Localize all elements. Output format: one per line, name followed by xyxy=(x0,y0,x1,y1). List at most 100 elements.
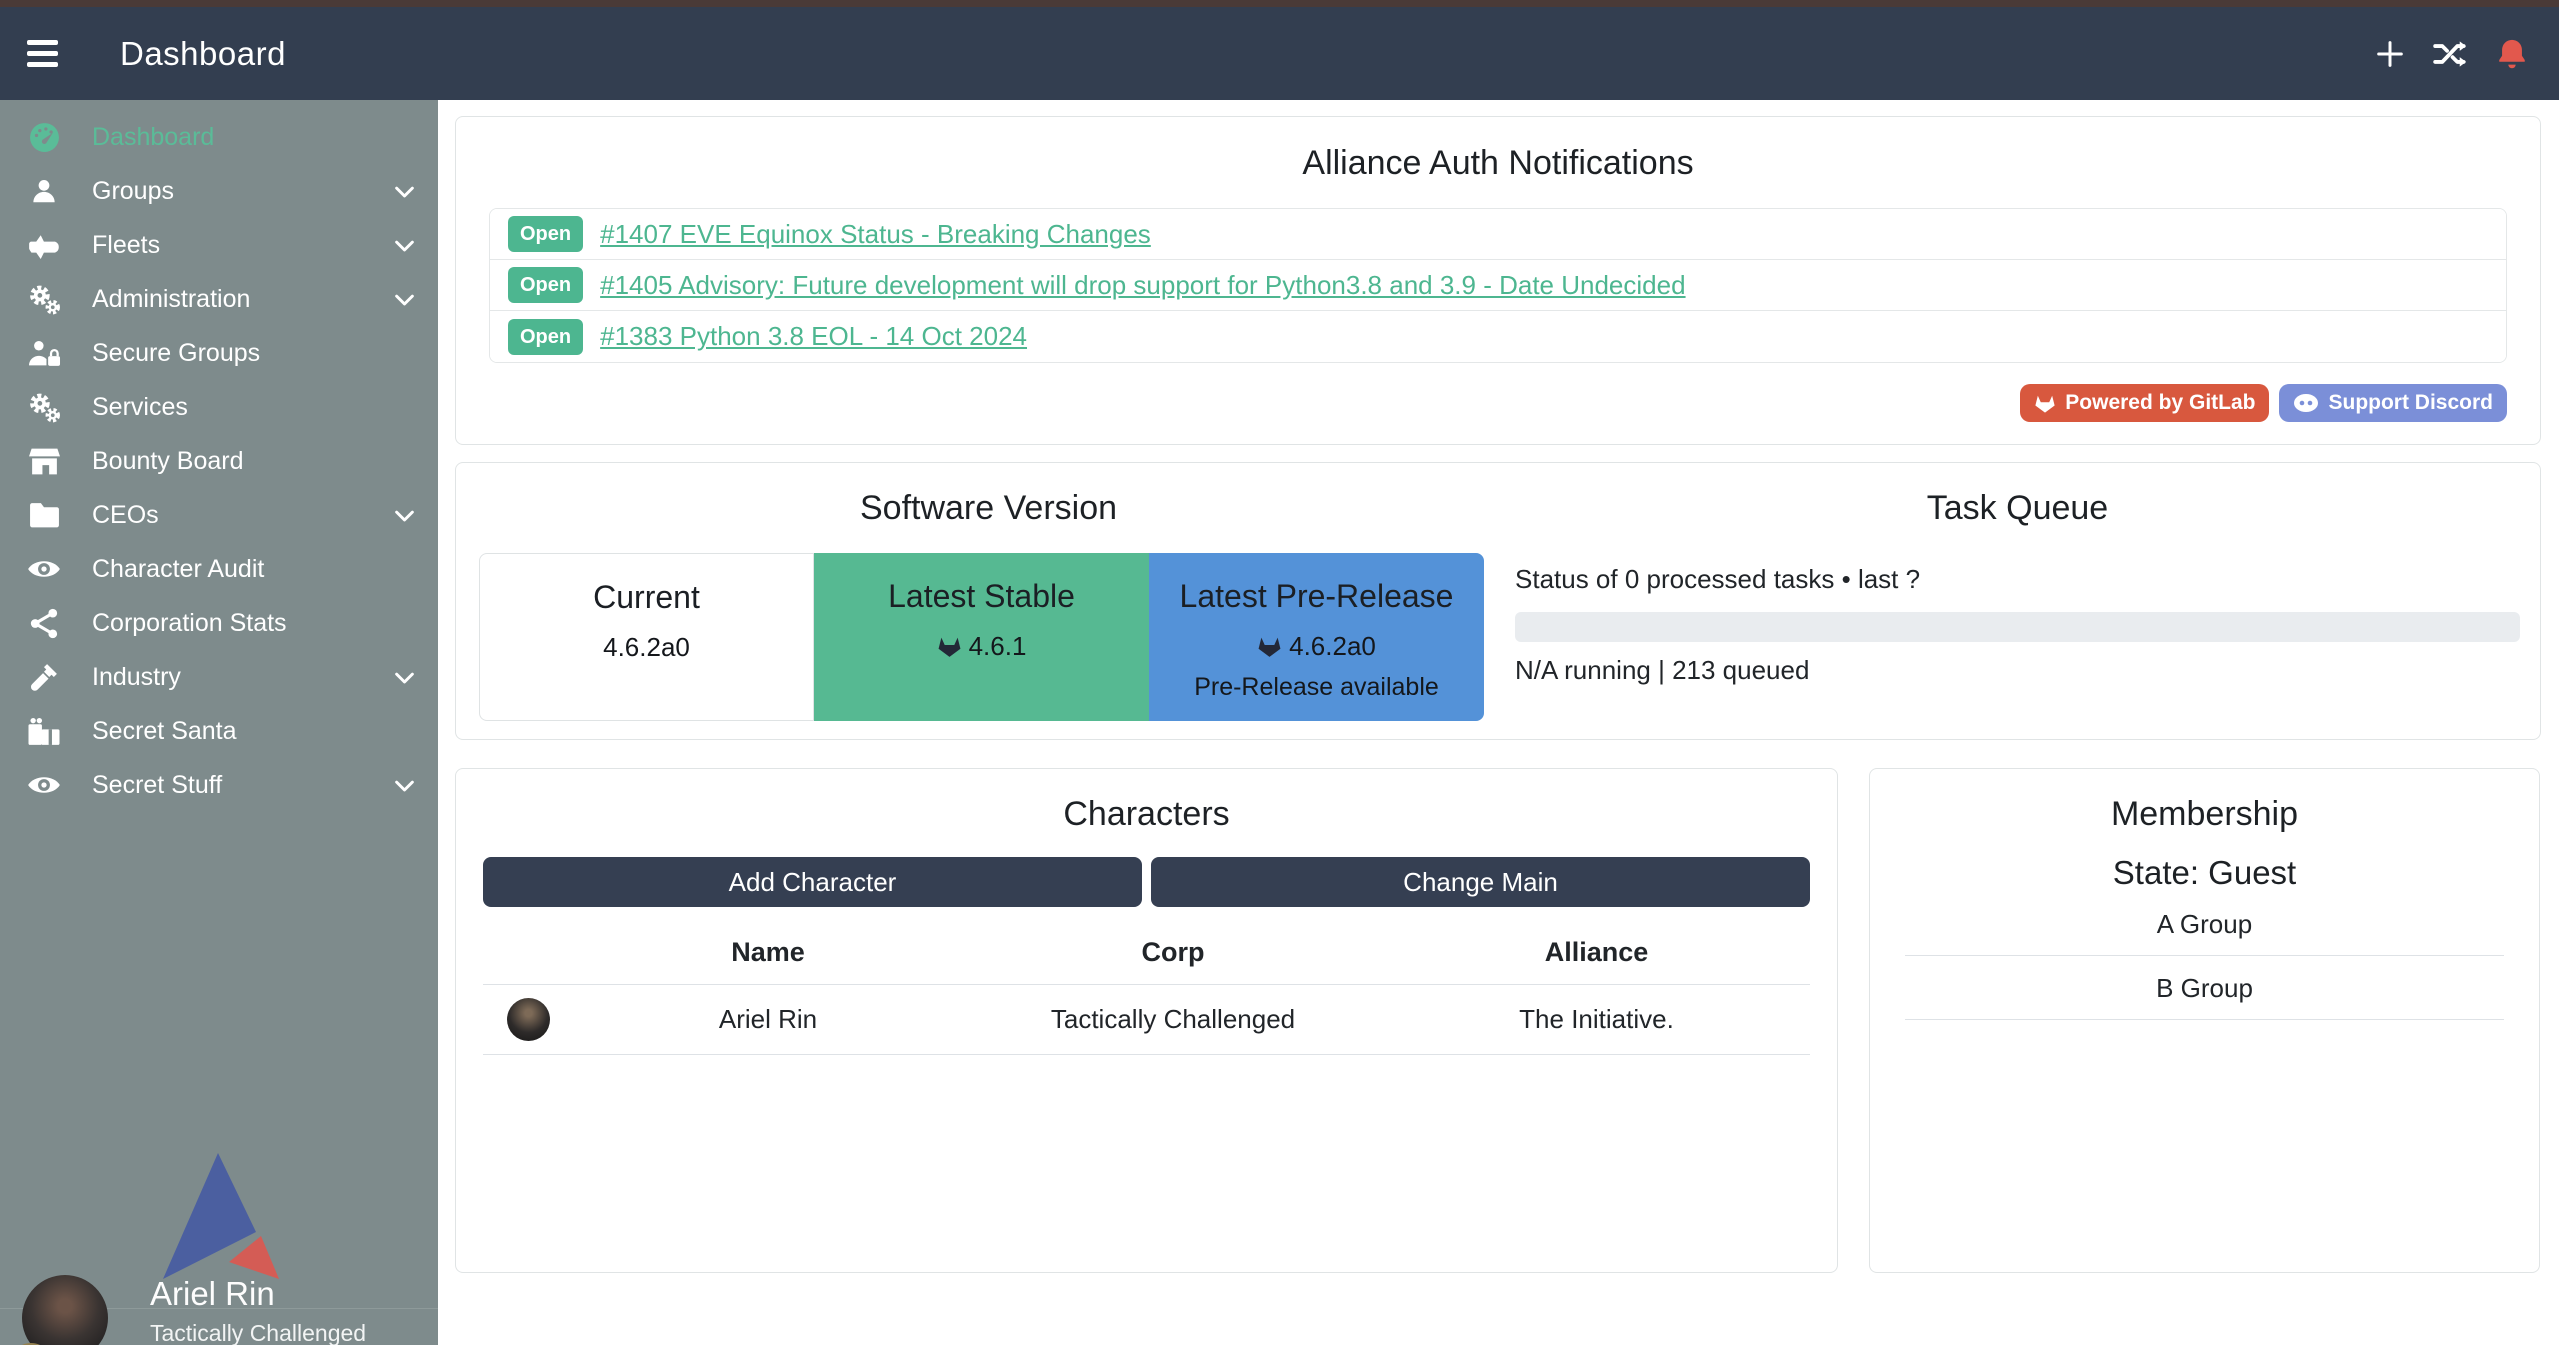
user-name: Ariel Rin xyxy=(150,1275,366,1313)
notifications-title: Alliance Auth Notifications xyxy=(489,144,2507,183)
notification-link[interactable]: #1407 EVE Equinox Status - Breaking Chan… xyxy=(600,219,1151,250)
notification-row: Open #1405 Advisory: Future development … xyxy=(490,260,2506,311)
version-latest-stable: Latest Stable 4.6.1 xyxy=(814,553,1149,721)
character-alliance: The Initiative. xyxy=(1383,985,1810,1055)
software-version-title: Software Version xyxy=(479,489,1498,528)
sidebar-item-administration[interactable]: Administration xyxy=(0,272,438,326)
user-corp: Tactically Challenged xyxy=(150,1320,366,1345)
gitlab-fox-icon xyxy=(1257,635,1282,658)
status-badge: Open xyxy=(508,267,583,303)
change-main-button[interactable]: Change Main xyxy=(1151,857,1810,907)
characters-table: Name Corp Alliance Ariel Rin Tactically … xyxy=(483,917,1810,1055)
sidebar-item-industry[interactable]: Industry xyxy=(0,650,438,704)
characters-col-alliance: Alliance xyxy=(1383,917,1810,985)
page-title: Dashboard xyxy=(120,35,286,73)
navbar-actions xyxy=(2373,37,2529,71)
add-icon[interactable] xyxy=(2373,37,2407,71)
main-content: Alliance Auth Notifications Open #1407 E… xyxy=(438,100,2559,1345)
shuttle-icon xyxy=(24,231,64,259)
hammer-icon xyxy=(24,662,64,693)
user-identity: Ariel Rin Tactically Challenged The Init… xyxy=(150,1275,366,1345)
software-version-column: Software Version Current 4.6.2a0 Latest … xyxy=(456,463,1498,739)
characters-col-corp: Corp xyxy=(963,917,1383,985)
window-top-strip xyxy=(0,0,2559,7)
shop-icon xyxy=(24,446,64,477)
user-lock-icon xyxy=(24,338,64,369)
chevron-down-icon xyxy=(391,772,418,799)
hamburger-menu-icon[interactable] xyxy=(27,40,58,67)
bottom-row: Characters Add Character Change Main Nam… xyxy=(455,768,2541,1273)
sidebar-item-bounty-board[interactable]: Bounty Board xyxy=(0,434,438,488)
sidebar-item-dashboard[interactable]: Dashboard xyxy=(0,110,438,164)
task-queue-progress xyxy=(1515,612,2520,642)
sidebar-nav: Dashboard Groups xyxy=(0,100,438,812)
gears-icon xyxy=(24,391,64,424)
discord-icon xyxy=(2293,393,2319,413)
chevron-down-icon xyxy=(391,178,418,205)
tachometer-icon xyxy=(24,121,64,154)
task-queue-title: Task Queue xyxy=(1515,489,2520,528)
sidebar-item-secret-santa[interactable]: Secret Santa xyxy=(0,704,438,758)
characters-col-portrait xyxy=(483,917,573,985)
sidebar-item-secret-stuff[interactable]: Secret Stuff xyxy=(0,758,438,812)
sidebar-item-ceos[interactable]: CEOs xyxy=(0,488,438,542)
characters-title: Characters xyxy=(483,795,1810,834)
sidebar-item-groups[interactable]: Groups xyxy=(0,164,438,218)
gears-icon xyxy=(24,283,64,316)
character-portrait xyxy=(507,998,550,1041)
user-panel: Ariel Rin Tactically Challenged The Init… xyxy=(0,1309,438,1345)
sidebar-item-fleets[interactable]: Fleets xyxy=(0,218,438,272)
shuffle-icon[interactable] xyxy=(2432,38,2470,70)
sidebar-item-character-audit[interactable]: Character Audit xyxy=(0,542,438,596)
membership-title: Membership xyxy=(1905,795,2504,834)
notification-row: Open #1383 Python 3.8 EOL - 14 Oct 2024 xyxy=(490,311,2506,362)
sidebar-item-services[interactable]: Services xyxy=(0,380,438,434)
notifications-panel: Alliance Auth Notifications Open #1407 E… xyxy=(455,116,2541,445)
notification-link[interactable]: #1383 Python 3.8 EOL - 14 Oct 2024 xyxy=(600,321,1027,352)
alliance-auth-logo xyxy=(155,1152,283,1289)
gitlab-fox-icon xyxy=(2034,393,2056,414)
add-character-button[interactable]: Add Character xyxy=(483,857,1142,907)
notification-link[interactable]: #1405 Advisory: Future development will … xyxy=(600,270,1685,301)
version-boxes: Current 4.6.2a0 Latest Stable 4.6.1 Late… xyxy=(479,553,1484,721)
share-nodes-icon xyxy=(24,608,64,639)
task-queue-column: Task Queue Status of 0 processed tasks •… xyxy=(1498,463,2540,739)
eye-icon xyxy=(24,771,64,799)
notifications-list: Open #1407 EVE Equinox Status - Breaking… xyxy=(489,208,2507,363)
characters-actions: Add Character Change Main xyxy=(483,857,1810,907)
sidebar: Dashboard Groups xyxy=(0,100,438,1345)
task-queue-status: Status of 0 processed tasks • last ? xyxy=(1515,564,2520,595)
discord-badge[interactable]: Support Discord xyxy=(2279,384,2507,422)
chevron-down-icon xyxy=(391,232,418,259)
character-corp: Tactically Challenged xyxy=(963,985,1383,1055)
version-latest-prerelease: Latest Pre-Release 4.6.2a0 Pre-Release a… xyxy=(1149,553,1484,721)
chevron-down-icon xyxy=(391,502,418,529)
characters-panel: Characters Add Character Change Main Nam… xyxy=(455,768,1838,1273)
gitlab-badge[interactable]: Powered by GitLab xyxy=(2020,384,2269,422)
task-queue-counts: N/A running | 213 queued xyxy=(1515,655,2520,686)
user-avatar xyxy=(16,1267,136,1345)
user-icon xyxy=(24,176,64,206)
characters-col-name: Name xyxy=(573,917,963,985)
status-badge: Open xyxy=(508,319,583,355)
version-current: Current 4.6.2a0 xyxy=(479,553,814,721)
sidebar-item-corporation-stats[interactable]: Corporation Stats xyxy=(0,596,438,650)
top-navbar: Dashboard xyxy=(0,7,2559,100)
bell-icon[interactable] xyxy=(2495,37,2529,71)
chevron-down-icon xyxy=(391,286,418,313)
gitlab-fox-icon xyxy=(937,635,962,658)
character-row: Ariel Rin Tactically Challenged The Init… xyxy=(483,985,1810,1055)
status-badge: Open xyxy=(508,216,583,252)
eye-icon xyxy=(24,555,64,583)
folder-icon xyxy=(24,501,64,530)
membership-group: A Group xyxy=(1905,892,2504,956)
membership-panel: Membership State: Guest A Group B Group xyxy=(1869,768,2540,1273)
footer-badges: Powered by GitLab Support Discord xyxy=(489,384,2507,422)
sidebar-item-secure-groups[interactable]: Secure Groups xyxy=(0,326,438,380)
membership-group: B Group xyxy=(1905,956,2504,1020)
notification-row: Open #1407 EVE Equinox Status - Breaking… xyxy=(490,209,2506,260)
character-portrait xyxy=(22,1275,108,1345)
software-version-panel: Software Version Current 4.6.2a0 Latest … xyxy=(455,462,2541,740)
app-root: Dashboard xyxy=(0,0,2559,1345)
membership-state: State: Guest xyxy=(1905,854,2504,892)
